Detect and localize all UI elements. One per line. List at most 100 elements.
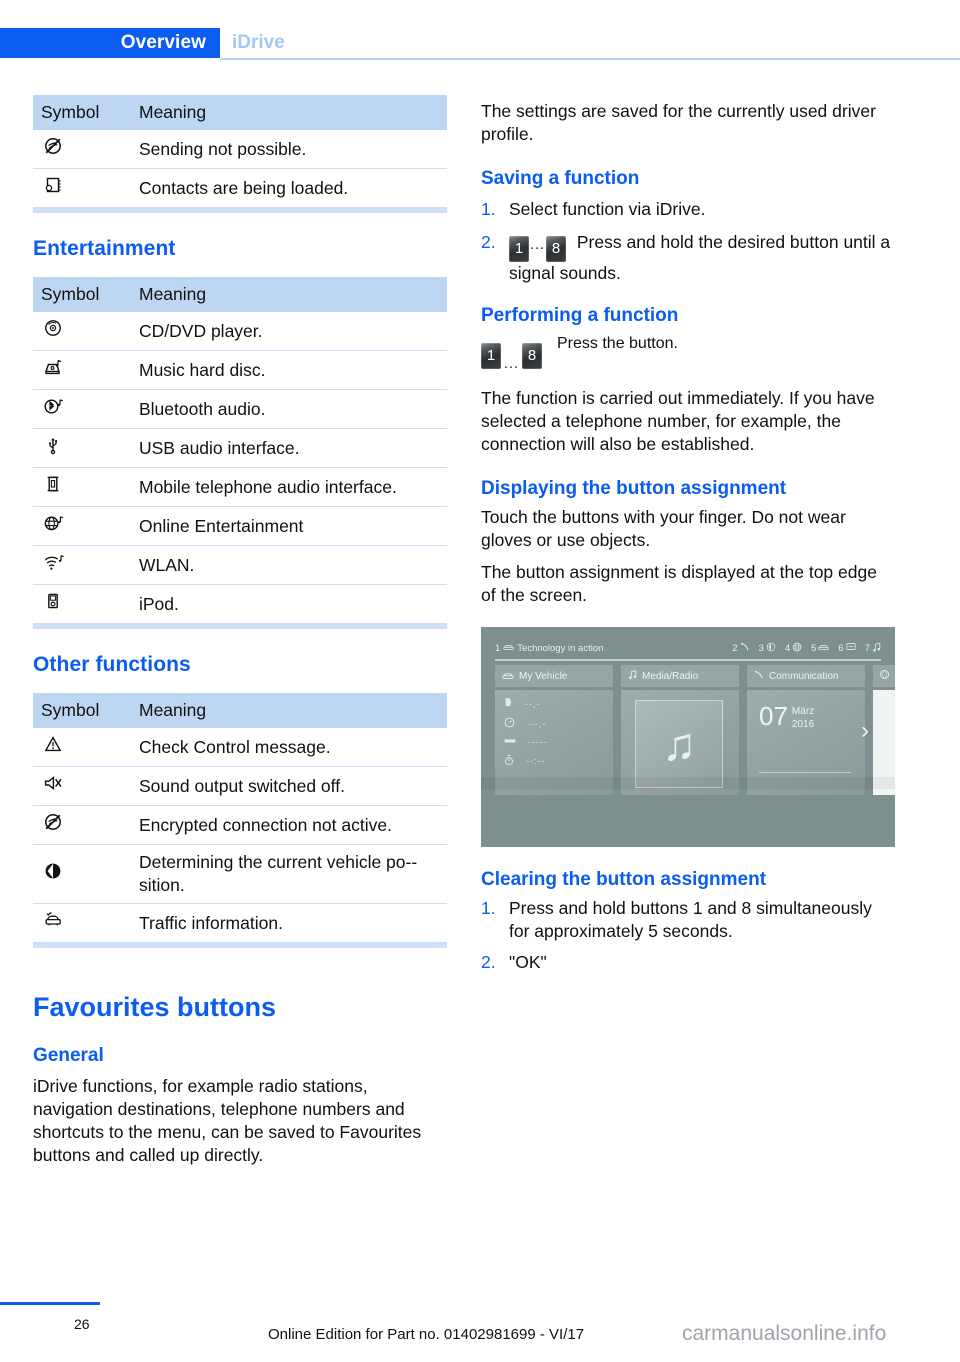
mobile-phone-audio-icon	[33, 467, 131, 507]
table-bottom-border	[33, 207, 447, 213]
step-number: 2.	[481, 952, 496, 972]
fuel-icon	[504, 697, 513, 710]
row-meaning: Mobile telephone audio interface.	[131, 467, 447, 507]
globe-icon	[792, 642, 802, 655]
displaying-paragraph-1: Touch the buttons with your finger. Do n…	[481, 507, 846, 550]
column-header-symbol: Symbol	[33, 693, 131, 728]
bluetooth-audio-icon	[33, 389, 131, 429]
list-item: 1. Select function via iDrive.	[481, 198, 895, 221]
row-meaning: Check Control message.	[139, 736, 331, 757]
slot-number: 1	[495, 642, 501, 654]
subheading-performing-a-function: Performing a function	[481, 305, 679, 326]
table-bottom-border	[33, 942, 447, 948]
stopwatch-icon	[504, 754, 514, 768]
phone-handset-icon	[740, 642, 750, 655]
date-year: 2016	[791, 719, 815, 730]
page-header: Overview iDrive	[0, 0, 960, 62]
tile-partial-next[interactable]	[873, 665, 895, 795]
encryption-off-icon	[33, 805, 131, 845]
table-row: Online Entertainment	[33, 506, 447, 546]
tile-label: My Vehicle	[519, 670, 568, 682]
left-column: Symbol Meaning Sending not possible. Con…	[33, 95, 447, 1167]
car-icon	[818, 642, 830, 654]
idrive-favourites-bar: 1 Technology in action 2 3 4 5 6 7	[481, 627, 895, 669]
slot-number: 3	[758, 642, 764, 654]
date-day: 07	[759, 701, 788, 731]
list-item: 2. 1… 8 Press and hold the desired button…	[481, 231, 895, 285]
row-meaning: Online Entertainment	[131, 506, 447, 546]
step-text: Select function via iDrive.	[509, 199, 706, 219]
subheading-displaying-button-assignment: Displaying the button assignment	[481, 478, 787, 499]
tab-overview[interactable]: Overview	[0, 28, 220, 58]
value: -----	[528, 737, 548, 747]
general-paragraph: iDrive functions, for example radio stat…	[33, 1076, 422, 1165]
column-header-symbol: Symbol	[33, 277, 131, 312]
favourite-slot-1[interactable]: 1 Technology in action	[495, 642, 603, 654]
row-meaning: Music hard disc.	[131, 350, 447, 390]
table-row: Contacts are being loaded.	[33, 168, 447, 207]
page-title-favourites-buttons: Favourites buttons	[33, 992, 277, 1022]
tile-media-radio[interactable]: Media/Radio ♫	[621, 665, 739, 795]
divider	[759, 772, 851, 773]
row-meaning: Contacts are being loaded.	[131, 168, 447, 207]
displaying-paragraph-2: The button assignment is displayed at th…	[481, 562, 877, 605]
list-item: ---,-	[495, 710, 613, 730]
column-header-meaning: Meaning	[131, 693, 447, 728]
message-icon	[846, 642, 856, 654]
value: --,-	[525, 698, 541, 709]
favourite-button-1-icon: 1	[509, 236, 529, 262]
list-item: 1. Press and hold buttons 1 and 8 simult…	[481, 897, 895, 943]
table-header-row: Symbol Meaning	[33, 277, 447, 312]
date-month: März	[791, 706, 815, 717]
slot-number: 4	[784, 642, 791, 654]
right-column: The settings are saved for the currently…	[481, 100, 895, 976]
ellipsis-icon: …	[503, 355, 520, 372]
subheading-clearing-button-assignment: Clearing the button assignment	[481, 869, 767, 890]
gauge-icon	[504, 717, 515, 730]
list-item: 2. "OK"	[481, 951, 895, 974]
row-meaning: Sending not possible.	[139, 138, 307, 159]
clearing-steps-list: 1. Press and hold buttons 1 and 8 simult…	[481, 897, 895, 974]
table-row: Bluetooth audio.	[33, 389, 447, 429]
usb-icon	[33, 428, 131, 468]
ellipsis-icon: …	[529, 236, 546, 253]
favourite-slot-6[interactable]: 6	[838, 642, 856, 654]
step-text: "OK"	[509, 952, 547, 972]
row-meaning: USB audio interface.	[131, 428, 447, 468]
list-item: --:--	[495, 747, 613, 768]
step-number: 2.	[481, 232, 496, 252]
table-header-row: Symbol Meaning	[33, 95, 447, 130]
row-meaning: Bluetooth audio.	[131, 389, 447, 429]
table-row: Traffic information.	[33, 903, 447, 942]
chevron-right-icon[interactable]: ›	[861, 719, 869, 743]
music-hard-disc-icon	[33, 350, 131, 390]
slot-label: Technology in action	[517, 642, 604, 654]
row-meaning: iPod.	[131, 584, 447, 623]
favourite-slot-3[interactable]: 3	[759, 642, 776, 655]
performing-action-row: 1 … 8 Press the button.	[481, 335, 895, 379]
tile-my-vehicle[interactable]: My Vehicle --,- ---,- ----- --:--	[495, 665, 613, 795]
table-row: CD/DVD player.	[33, 312, 447, 351]
favourite-slot-5[interactable]: 5	[811, 642, 830, 654]
step-number: 1.	[481, 199, 496, 219]
music-note-icon	[628, 669, 637, 683]
table-header-row: Symbol Meaning	[33, 693, 447, 728]
table-row: Check Control message.	[33, 728, 447, 767]
music-note-icon: ♫	[661, 718, 697, 770]
date-display: 07 März 2016	[747, 690, 865, 730]
tile-header: My Vehicle	[495, 665, 613, 687]
online-entertainment-icon	[33, 506, 131, 546]
tab-idrive[interactable]: iDrive	[232, 28, 285, 58]
list-item: -----	[495, 730, 613, 747]
album-art-placeholder: ♫	[635, 700, 723, 788]
slot-number: 2	[732, 642, 738, 654]
favourite-slot-2[interactable]: 2	[732, 642, 749, 655]
navigation-arrow-icon	[766, 642, 776, 655]
favourite-slot-4[interactable]: 4	[785, 642, 802, 655]
favourite-slot-7[interactable]: 7	[865, 642, 881, 655]
globe-icon	[879, 669, 890, 683]
subheading-saving-a-function: Saving a function	[481, 168, 640, 189]
table-other-functions-symbols: Symbol Meaning Check Control message. So…	[33, 693, 447, 942]
row-meaning: Sound output switched off.	[131, 766, 447, 806]
tile-communication[interactable]: Communication 07 März 2016	[747, 665, 865, 795]
